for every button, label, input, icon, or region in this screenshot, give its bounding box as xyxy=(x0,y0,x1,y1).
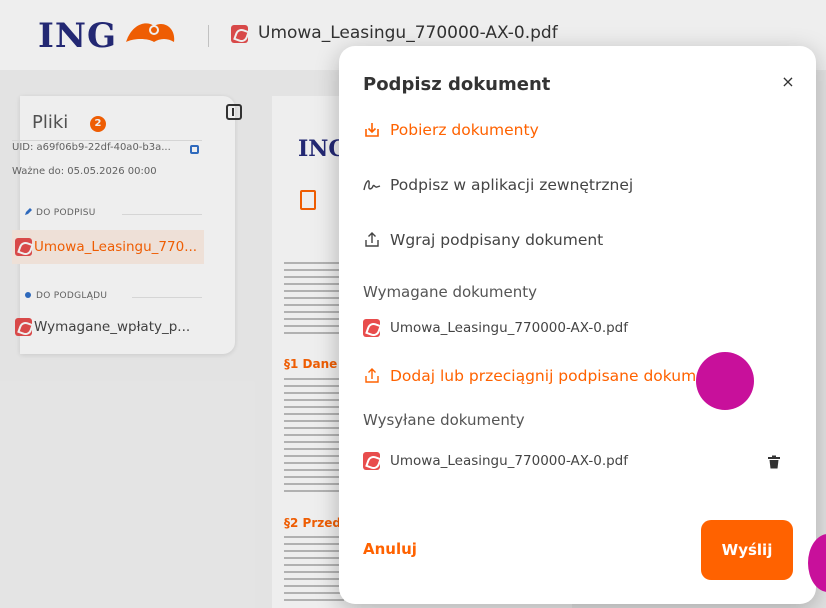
sent-document-item: Umowa_Leasingu_770000-AX-0.pdf xyxy=(363,452,628,470)
sign-document-modal: Podpisz dokument × Pobierz dokumenty Pod… xyxy=(339,46,816,604)
cancel-button[interactable]: Anuluj xyxy=(363,540,417,558)
upload-icon xyxy=(365,368,379,383)
close-icon[interactable]: × xyxy=(778,72,798,92)
required-document-name: Umowa_Leasingu_770000-AX-0.pdf xyxy=(390,320,628,336)
upload-signed-document-link[interactable]: Wgraj podpisany dokument xyxy=(363,231,603,249)
touch-indicator xyxy=(696,352,754,410)
trash-icon[interactable] xyxy=(767,455,781,469)
download-documents-label: Pobierz dokumenty xyxy=(390,121,539,139)
add-signed-documents-link[interactable]: Dodaj lub przeciągnij podpisane dokument… xyxy=(363,367,731,385)
required-documents-label: Wymagane dokumenty xyxy=(363,283,538,301)
required-document-item[interactable]: Umowa_Leasingu_770000-AX-0.pdf xyxy=(363,319,628,337)
sent-documents-label: Wysyłane dokumenty xyxy=(363,411,525,429)
modal-title: Podpisz dokument xyxy=(363,74,551,95)
sign-external-app-link[interactable]: Podpisz w aplikacji zewnętrznej xyxy=(363,176,633,194)
send-button-label: Wyślij xyxy=(721,541,773,559)
upload-signed-label: Wgraj podpisany dokument xyxy=(390,231,604,249)
upload-icon xyxy=(365,232,379,247)
download-documents-link[interactable]: Pobierz dokumenty xyxy=(363,121,539,139)
signature-icon xyxy=(363,180,381,191)
send-button[interactable]: Wyślij xyxy=(701,520,793,580)
pdf-icon xyxy=(363,452,380,470)
sign-external-label: Podpisz w aplikacji zewnętrznej xyxy=(390,176,634,194)
pdf-icon xyxy=(363,319,380,337)
add-signed-documents-label: Dodaj lub przeciągnij podpisane dokument… xyxy=(390,367,731,385)
download-icon xyxy=(365,123,379,137)
sent-document-name: Umowa_Leasingu_770000-AX-0.pdf xyxy=(390,453,628,469)
